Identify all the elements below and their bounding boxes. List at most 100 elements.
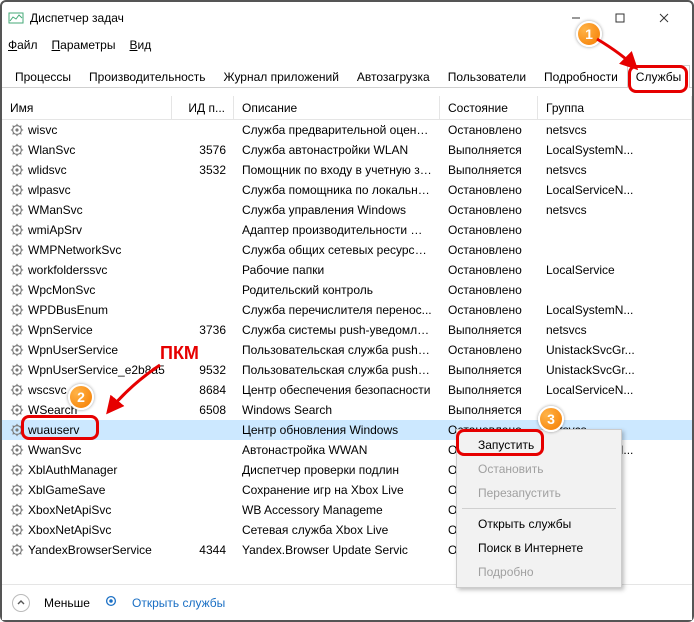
service-status: Выполняется	[440, 143, 538, 157]
service-status: Остановлено	[440, 263, 538, 277]
service-group: netsvcs	[538, 163, 692, 177]
service-name: XboxNetApiSvc	[28, 523, 111, 537]
table-row[interactable]: wmiApSrvАдаптер производительности WMIОс…	[2, 220, 692, 240]
service-group: LocalSystemN...	[538, 143, 692, 157]
gear-icon	[10, 163, 24, 177]
table-header: Имя ИД п... Описание Состояние Группа	[2, 96, 692, 120]
table-row[interactable]: WMPNetworkSvcСлужба общих сетевых ресурс…	[2, 240, 692, 260]
service-desc: Помощник по входу в учетную за...	[234, 163, 440, 177]
app-icon	[8, 10, 24, 26]
service-pid: 8684	[172, 383, 234, 397]
service-pid: 3532	[172, 163, 234, 177]
service-name: wscsvc	[28, 383, 67, 397]
service-name: YandexBrowserService	[28, 543, 152, 557]
gear-icon	[10, 423, 24, 437]
service-name: WpnUserService	[28, 343, 118, 357]
gear-icon	[10, 343, 24, 357]
minimize-button[interactable]	[554, 3, 598, 33]
col-pid[interactable]: ИД п...	[172, 96, 234, 119]
gear-icon	[104, 594, 118, 611]
close-button[interactable]	[642, 3, 686, 33]
tab-4[interactable]: Пользователи	[439, 65, 535, 88]
service-status: Выполняется	[440, 383, 538, 397]
service-desc: WB Accessory Manageme	[234, 503, 440, 517]
tab-2[interactable]: Журнал приложений	[215, 65, 348, 88]
service-group: netsvcs	[538, 203, 692, 217]
service-desc: Сетевая служба Xbox Live	[234, 523, 440, 537]
open-services-link[interactable]: Открыть службы	[132, 596, 225, 610]
context-open-services[interactable]: Открыть службы	[460, 512, 618, 536]
service-group: LocalServiceN...	[538, 383, 692, 397]
col-group[interactable]: Группа	[538, 96, 692, 119]
service-name: WlanSvc	[28, 143, 75, 157]
service-group: netsvcs	[538, 123, 692, 137]
service-status: Выполняется	[440, 323, 538, 337]
table-row[interactable]: wlpasvc Служба помощника по локально...Ос…	[2, 180, 692, 200]
service-name: XboxNetApiSvc	[28, 503, 111, 517]
table-row[interactable]: wisvcСлужба предварительной оценки ...Ос…	[2, 120, 692, 140]
table-row[interactable]: WSearch6508Windows SearchВыполняется	[2, 400, 692, 420]
service-name: wlpasvc	[28, 183, 71, 197]
gear-icon	[10, 183, 24, 197]
table-row[interactable]: WpnUserService Пользовательская служба pu…	[2, 340, 692, 360]
context-details: Подробно	[460, 560, 618, 584]
collapse-button[interactable]	[12, 594, 30, 612]
service-desc: Рабочие папки	[234, 263, 440, 277]
service-desc: Центр обновления Windows	[234, 423, 440, 437]
table-row[interactable]: workfolderssvc Рабочие папкиОстановленоLo…	[2, 260, 692, 280]
service-desc: Служба системы push-уведомлен...	[234, 323, 440, 337]
tab-1[interactable]: Производительность	[80, 65, 214, 88]
col-desc[interactable]: Описание	[234, 96, 440, 119]
service-desc: Yandex.Browser Update Servic	[234, 543, 440, 557]
gear-icon	[10, 403, 24, 417]
table-row[interactable]: WlanSvc3576Служба автонастройки WLANВыпо…	[2, 140, 692, 160]
tab-3[interactable]: Автозагрузка	[348, 65, 439, 88]
gear-icon	[10, 383, 24, 397]
table-row[interactable]: WpnUserService_e2b8a59532Пользовательска…	[2, 360, 692, 380]
col-status[interactable]: Состояние	[440, 96, 538, 119]
gear-icon	[10, 543, 24, 557]
service-name: wisvc	[28, 123, 57, 137]
col-name[interactable]: Имя	[2, 96, 172, 119]
service-status: Остановлено	[440, 183, 538, 197]
menu-params[interactable]: Параметры	[52, 38, 116, 52]
service-group: LocalService	[538, 263, 692, 277]
context-search[interactable]: Поиск в Интернете	[460, 536, 618, 560]
service-pid: 3576	[172, 143, 234, 157]
service-group: LocalServiceN...	[538, 183, 692, 197]
service-name: WpnService	[28, 323, 93, 337]
service-desc: Пользовательская служба push-ув...	[234, 343, 440, 357]
table-row[interactable]: WpcMonSvcРодительский контрольОстановлен…	[2, 280, 692, 300]
gear-icon	[10, 363, 24, 377]
tab-5[interactable]: Подробности	[535, 65, 627, 88]
service-pid: 9532	[172, 363, 234, 377]
table-row[interactable]: WManSvcСлужба управления WindowsОстановл…	[2, 200, 692, 220]
table-row[interactable]: WpnService3736Служба системы push-уведом…	[2, 320, 692, 340]
menu-file[interactable]: Файл	[8, 38, 38, 52]
context-start[interactable]: Запустить	[460, 433, 618, 457]
less-label[interactable]: Меньше	[44, 596, 90, 610]
tabs: ПроцессыПроизводительностьЖурнал приложе…	[2, 62, 692, 88]
service-name: XblGameSave	[28, 483, 105, 497]
service-name: wmiApSrv	[28, 223, 82, 237]
table-row[interactable]: wscsvc8684Центр обеспечения безопасности…	[2, 380, 692, 400]
menu-view[interactable]: Вид	[129, 38, 151, 52]
tab-6[interactable]: Службы	[627, 65, 690, 88]
separator	[462, 508, 616, 509]
menubar: Файл Параметры Вид	[2, 34, 692, 56]
service-status: Остановлено	[440, 243, 538, 257]
service-desc: Пользовательская служба push-ув...	[234, 363, 440, 377]
service-name: WPDBusEnum	[28, 303, 108, 317]
service-desc: Диспетчер проверки подлин	[234, 463, 440, 477]
service-group: LocalSystemN...	[538, 303, 692, 317]
service-desc: Служба помощника по локально...	[234, 183, 440, 197]
service-status: Выполняется	[440, 363, 538, 377]
service-desc: Адаптер производительности WMI	[234, 223, 440, 237]
table-row[interactable]: wlidsvc3532Помощник по входу в учетную з…	[2, 160, 692, 180]
titlebar: Диспетчер задач	[2, 2, 692, 34]
service-name: WwanSvc	[28, 443, 81, 457]
maximize-button[interactable]	[598, 3, 642, 33]
tab-0[interactable]: Процессы	[6, 65, 80, 88]
table-row[interactable]: WPDBusEnumСлужба перечислителя перенос..…	[2, 300, 692, 320]
service-name: workfolderssvc	[28, 263, 107, 277]
